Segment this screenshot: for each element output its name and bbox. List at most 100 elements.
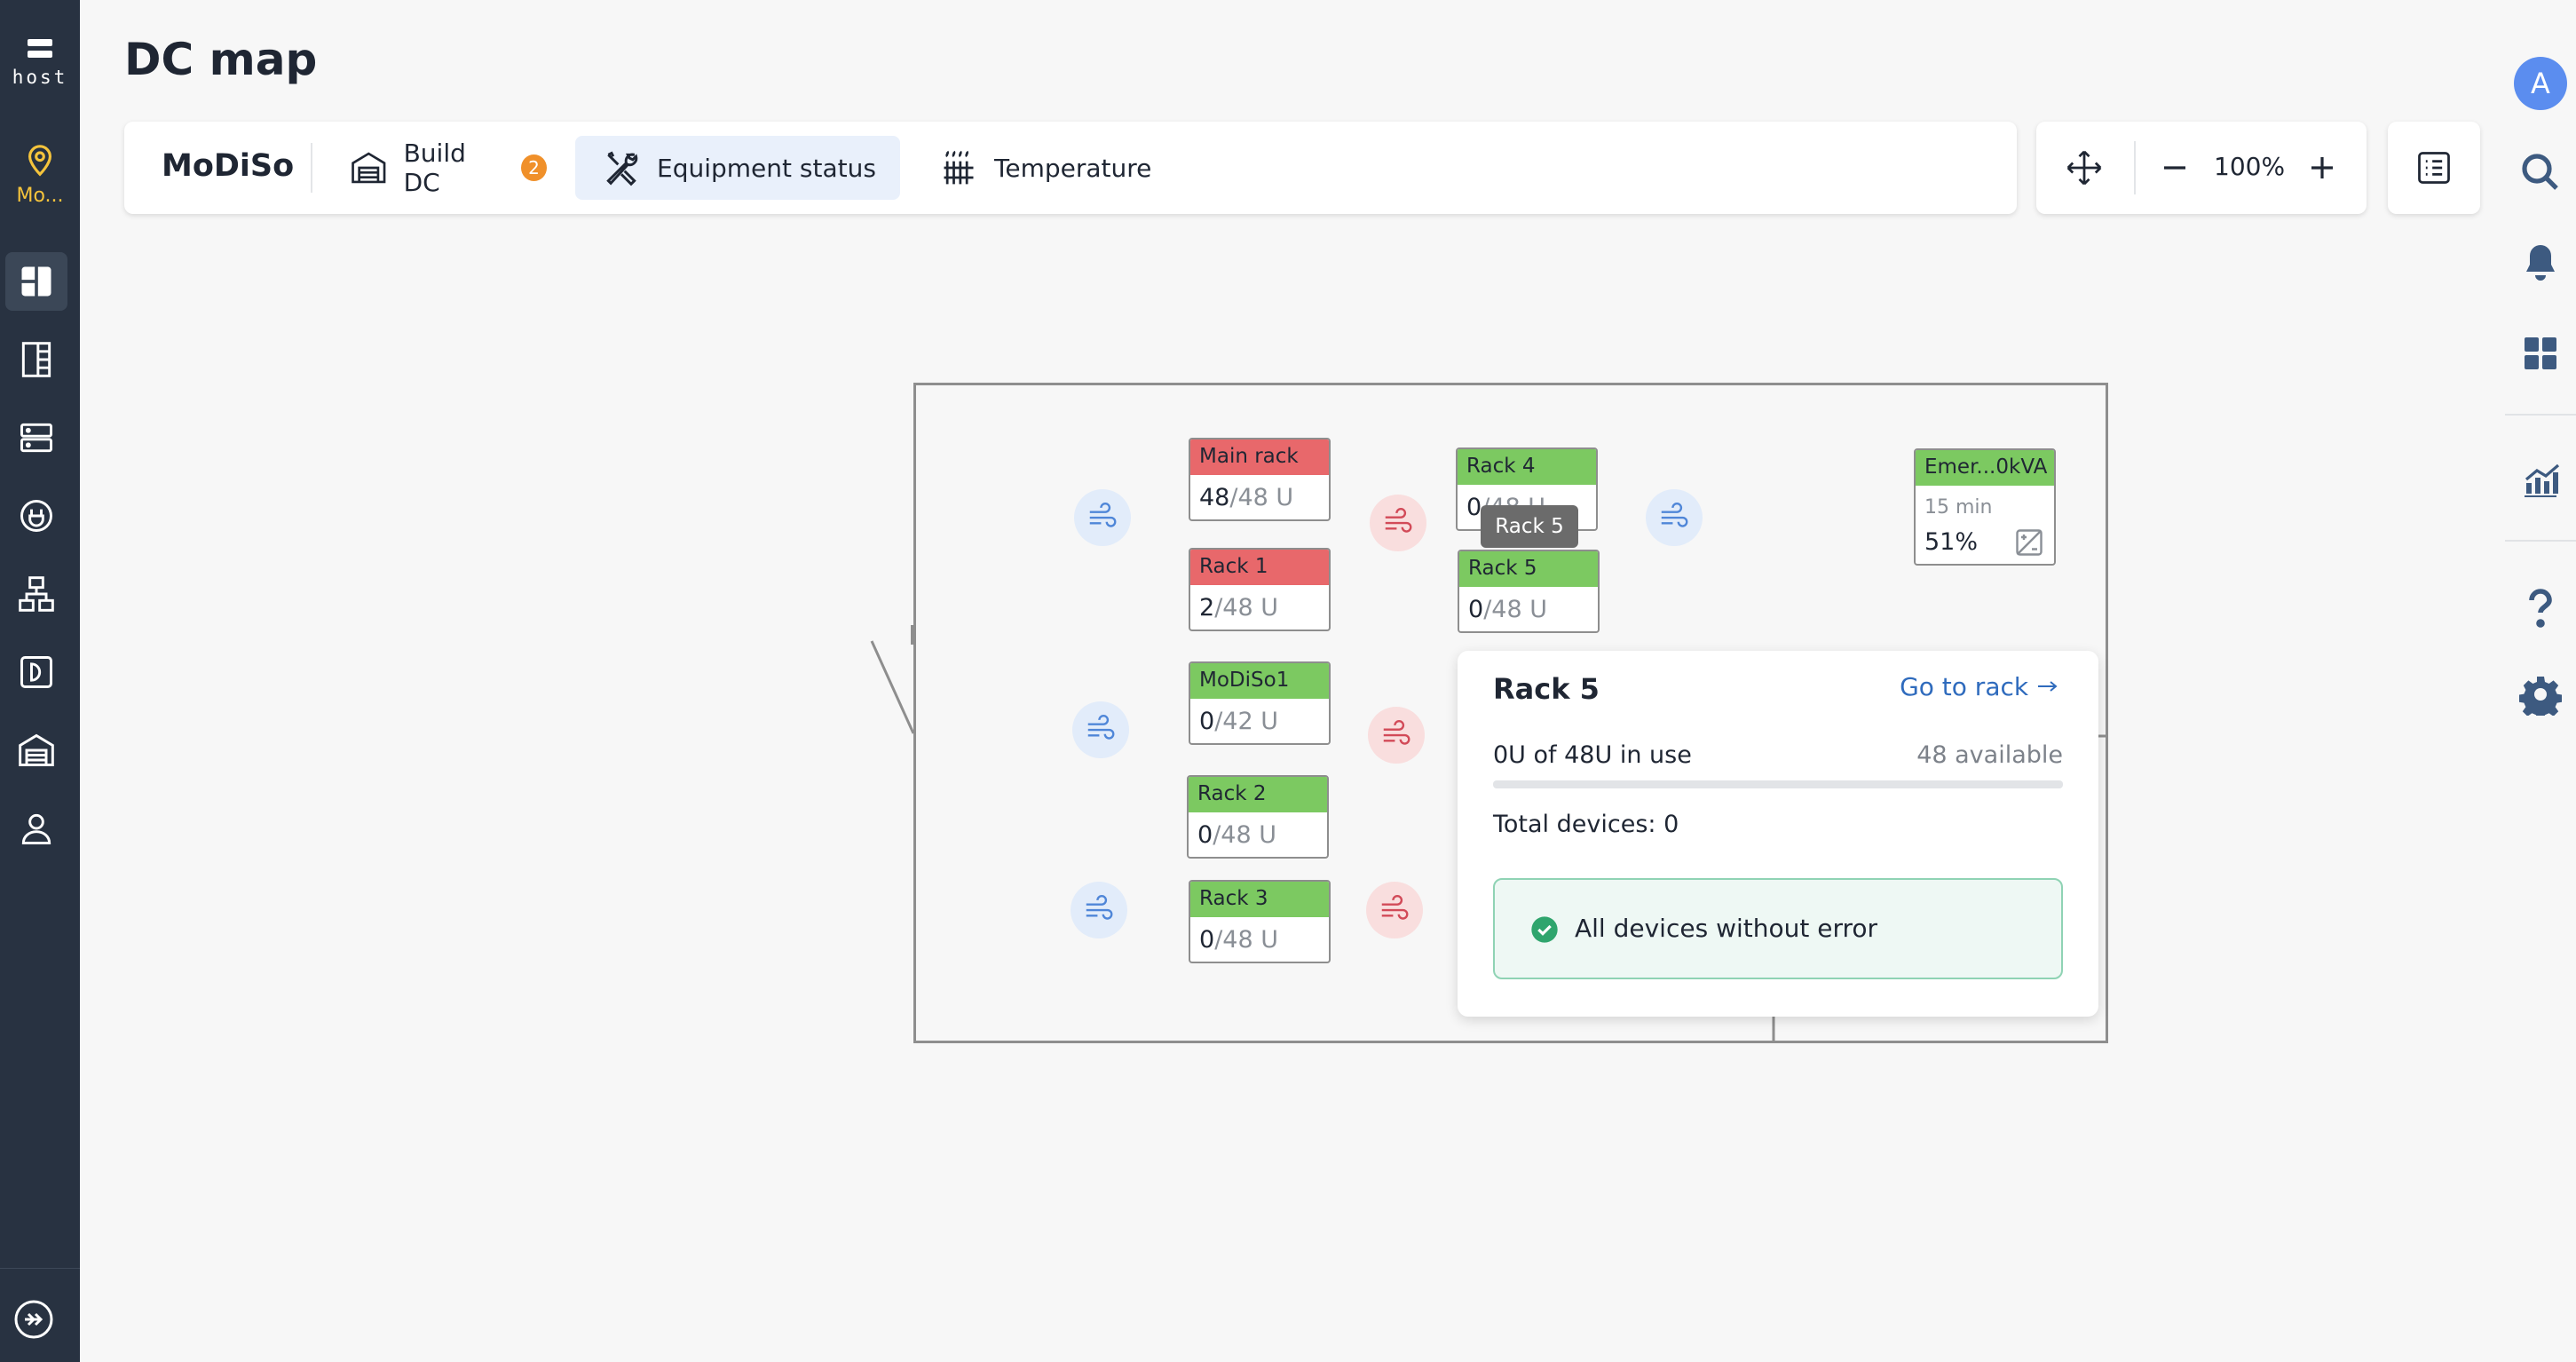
gear-icon[interactable] (2519, 673, 2562, 716)
tab-build-dc[interactable]: Build DC 2 (334, 136, 548, 200)
sidebar-item-power[interactable] (5, 487, 67, 545)
check-circle-icon (1531, 916, 1558, 943)
ups-charge: 51% (1924, 528, 1979, 556)
warehouse-icon (19, 733, 54, 766)
zoom-panel: 100% (2036, 122, 2367, 214)
zoom-level: 100% (2214, 152, 2286, 181)
go-to-rack-link[interactable]: Go to rack (1900, 672, 2059, 701)
tab-equipment-status-label: Equipment status (657, 153, 876, 183)
rack-name: Rack 5 (1459, 551, 1598, 587)
sidebar-item-buildings[interactable] (5, 721, 67, 780)
expand-sidebar-icon[interactable] (12, 1298, 55, 1341)
tab-temperature[interactable]: Temperature (916, 136, 1165, 200)
dc-selector[interactable]: Mo... (0, 144, 80, 207)
user-icon (21, 813, 51, 844)
search-icon[interactable] (2519, 151, 2562, 194)
page-title: DC map (124, 34, 318, 85)
status-banner: All devices without error (1493, 878, 2063, 979)
cooling-unit-alert[interactable] (1368, 707, 1425, 764)
storage-icon (20, 656, 52, 688)
list-icon (2418, 152, 2450, 184)
help-icon[interactable] (2519, 586, 2562, 629)
total-devices-text: Total devices: 0 (1493, 811, 1679, 838)
sidebar-item-racks[interactable] (5, 330, 67, 389)
rack-usage: 0/42 U (1199, 708, 1278, 735)
rack-name: Rack 1 (1190, 550, 1329, 585)
main-toolbar: MoDiSo Build DC 2 Equipment status Tempe… (124, 122, 2017, 214)
cooling-unit-alert[interactable] (1370, 495, 1426, 551)
rack-modiso1[interactable]: MoDiSo1 0/42 U (1189, 661, 1331, 745)
wind-icon (1089, 503, 1117, 527)
rack-details-popover: Rack 5 Go to rack 0U of 48U in use 48 av… (1458, 651, 2098, 1017)
cooling-unit[interactable] (1646, 489, 1703, 546)
rack-available-text: 48 available (1916, 741, 2063, 769)
logo[interactable]: host (0, 39, 80, 88)
sidebar-divider (0, 1268, 80, 1269)
rack-usage: 0/48 U (1199, 926, 1278, 954)
rack-name: Rack 2 (1189, 777, 1327, 812)
build-dc-badge: 2 (520, 154, 548, 181)
zoom-in-button[interactable] (2301, 146, 2343, 189)
minus-icon (2164, 166, 2185, 170)
rack-rack-2[interactable]: Rack 2 0/48 U (1187, 775, 1329, 859)
rack-rack-3[interactable]: Rack 3 0/48 U (1189, 880, 1331, 963)
rack-name: Rack 3 (1190, 882, 1329, 917)
rack-name: MoDiSo1 (1190, 663, 1329, 699)
battery-chart-icon (2016, 529, 2043, 556)
left-sidebar: host Mo... (0, 0, 80, 1362)
pan-button[interactable] (2063, 146, 2106, 189)
sidebar-item-users[interactable] (5, 799, 67, 858)
wind-icon (1087, 715, 1115, 740)
rack-usage-text: 0U of 48U in use (1493, 741, 1692, 769)
rack-rack-5[interactable]: Rack 5 0/48 U (1458, 550, 1600, 633)
cooling-unit[interactable] (1071, 882, 1127, 938)
tab-build-dc-label: Build DC (403, 139, 466, 197)
wind-icon (1383, 720, 1410, 745)
wind-icon (1661, 503, 1688, 527)
analytics-chart-icon[interactable] (2519, 458, 2562, 501)
rack-name: Main rack (1190, 439, 1329, 475)
rail-divider (2505, 540, 2576, 542)
rack-icon (21, 342, 51, 377)
toolbar-divider (311, 143, 312, 193)
arrow-right-icon (2038, 681, 2058, 692)
dc-map-icon (21, 266, 51, 297)
network-icon (19, 576, 54, 612)
building-icon (352, 152, 386, 184)
rack-usage: 2/48 U (1199, 594, 1278, 622)
cooling-unit[interactable] (1074, 489, 1131, 546)
rack-tooltip: Rack 5 (1481, 505, 1578, 548)
ups-unit[interactable]: Emer...0kVA 15 min 51% (1914, 448, 2056, 566)
tab-temperature-label: Temperature (994, 153, 1152, 183)
ups-name: Emer...0kVA (1916, 450, 2054, 486)
wind-icon (1086, 895, 1113, 920)
status-text: All devices without error (1575, 914, 1878, 943)
legend-button[interactable] (2388, 122, 2480, 214)
rack-name: Rack 4 (1458, 449, 1596, 485)
zoom-out-button[interactable] (2153, 146, 2196, 189)
rack-usage: 48/48 U (1199, 484, 1294, 511)
power-plug-icon (20, 500, 52, 532)
user-avatar[interactable]: A (2514, 57, 2567, 110)
rack-main-rack[interactable]: Main rack 48/48 U (1189, 438, 1331, 521)
cooling-unit[interactable] (1072, 701, 1129, 758)
sidebar-item-network[interactable] (5, 565, 67, 623)
wind-icon (1385, 508, 1412, 533)
sidebar-item-devices[interactable] (5, 408, 67, 467)
plus-icon (2311, 157, 2333, 178)
tab-equipment-status[interactable]: Equipment status (575, 136, 900, 200)
sidebar-item-storage[interactable] (5, 643, 67, 701)
sidebar-item-dc-map[interactable] (5, 252, 67, 311)
rack-rack-1[interactable]: Rack 1 2/48 U (1189, 548, 1331, 631)
usage-progress-bar (1493, 780, 2063, 788)
rack-usage: 0/48 U (1197, 821, 1276, 849)
bell-icon[interactable] (2519, 242, 2562, 284)
wind-icon (1381, 895, 1409, 920)
dc-selector-label: Mo... (16, 185, 64, 207)
dc-name: MoDiSo (162, 148, 295, 184)
cooling-unit-alert[interactable] (1366, 882, 1423, 938)
heater-icon (944, 150, 974, 185)
rail-divider (2505, 414, 2576, 416)
apps-grid-icon[interactable] (2519, 332, 2562, 375)
logo-text: host (12, 67, 68, 88)
